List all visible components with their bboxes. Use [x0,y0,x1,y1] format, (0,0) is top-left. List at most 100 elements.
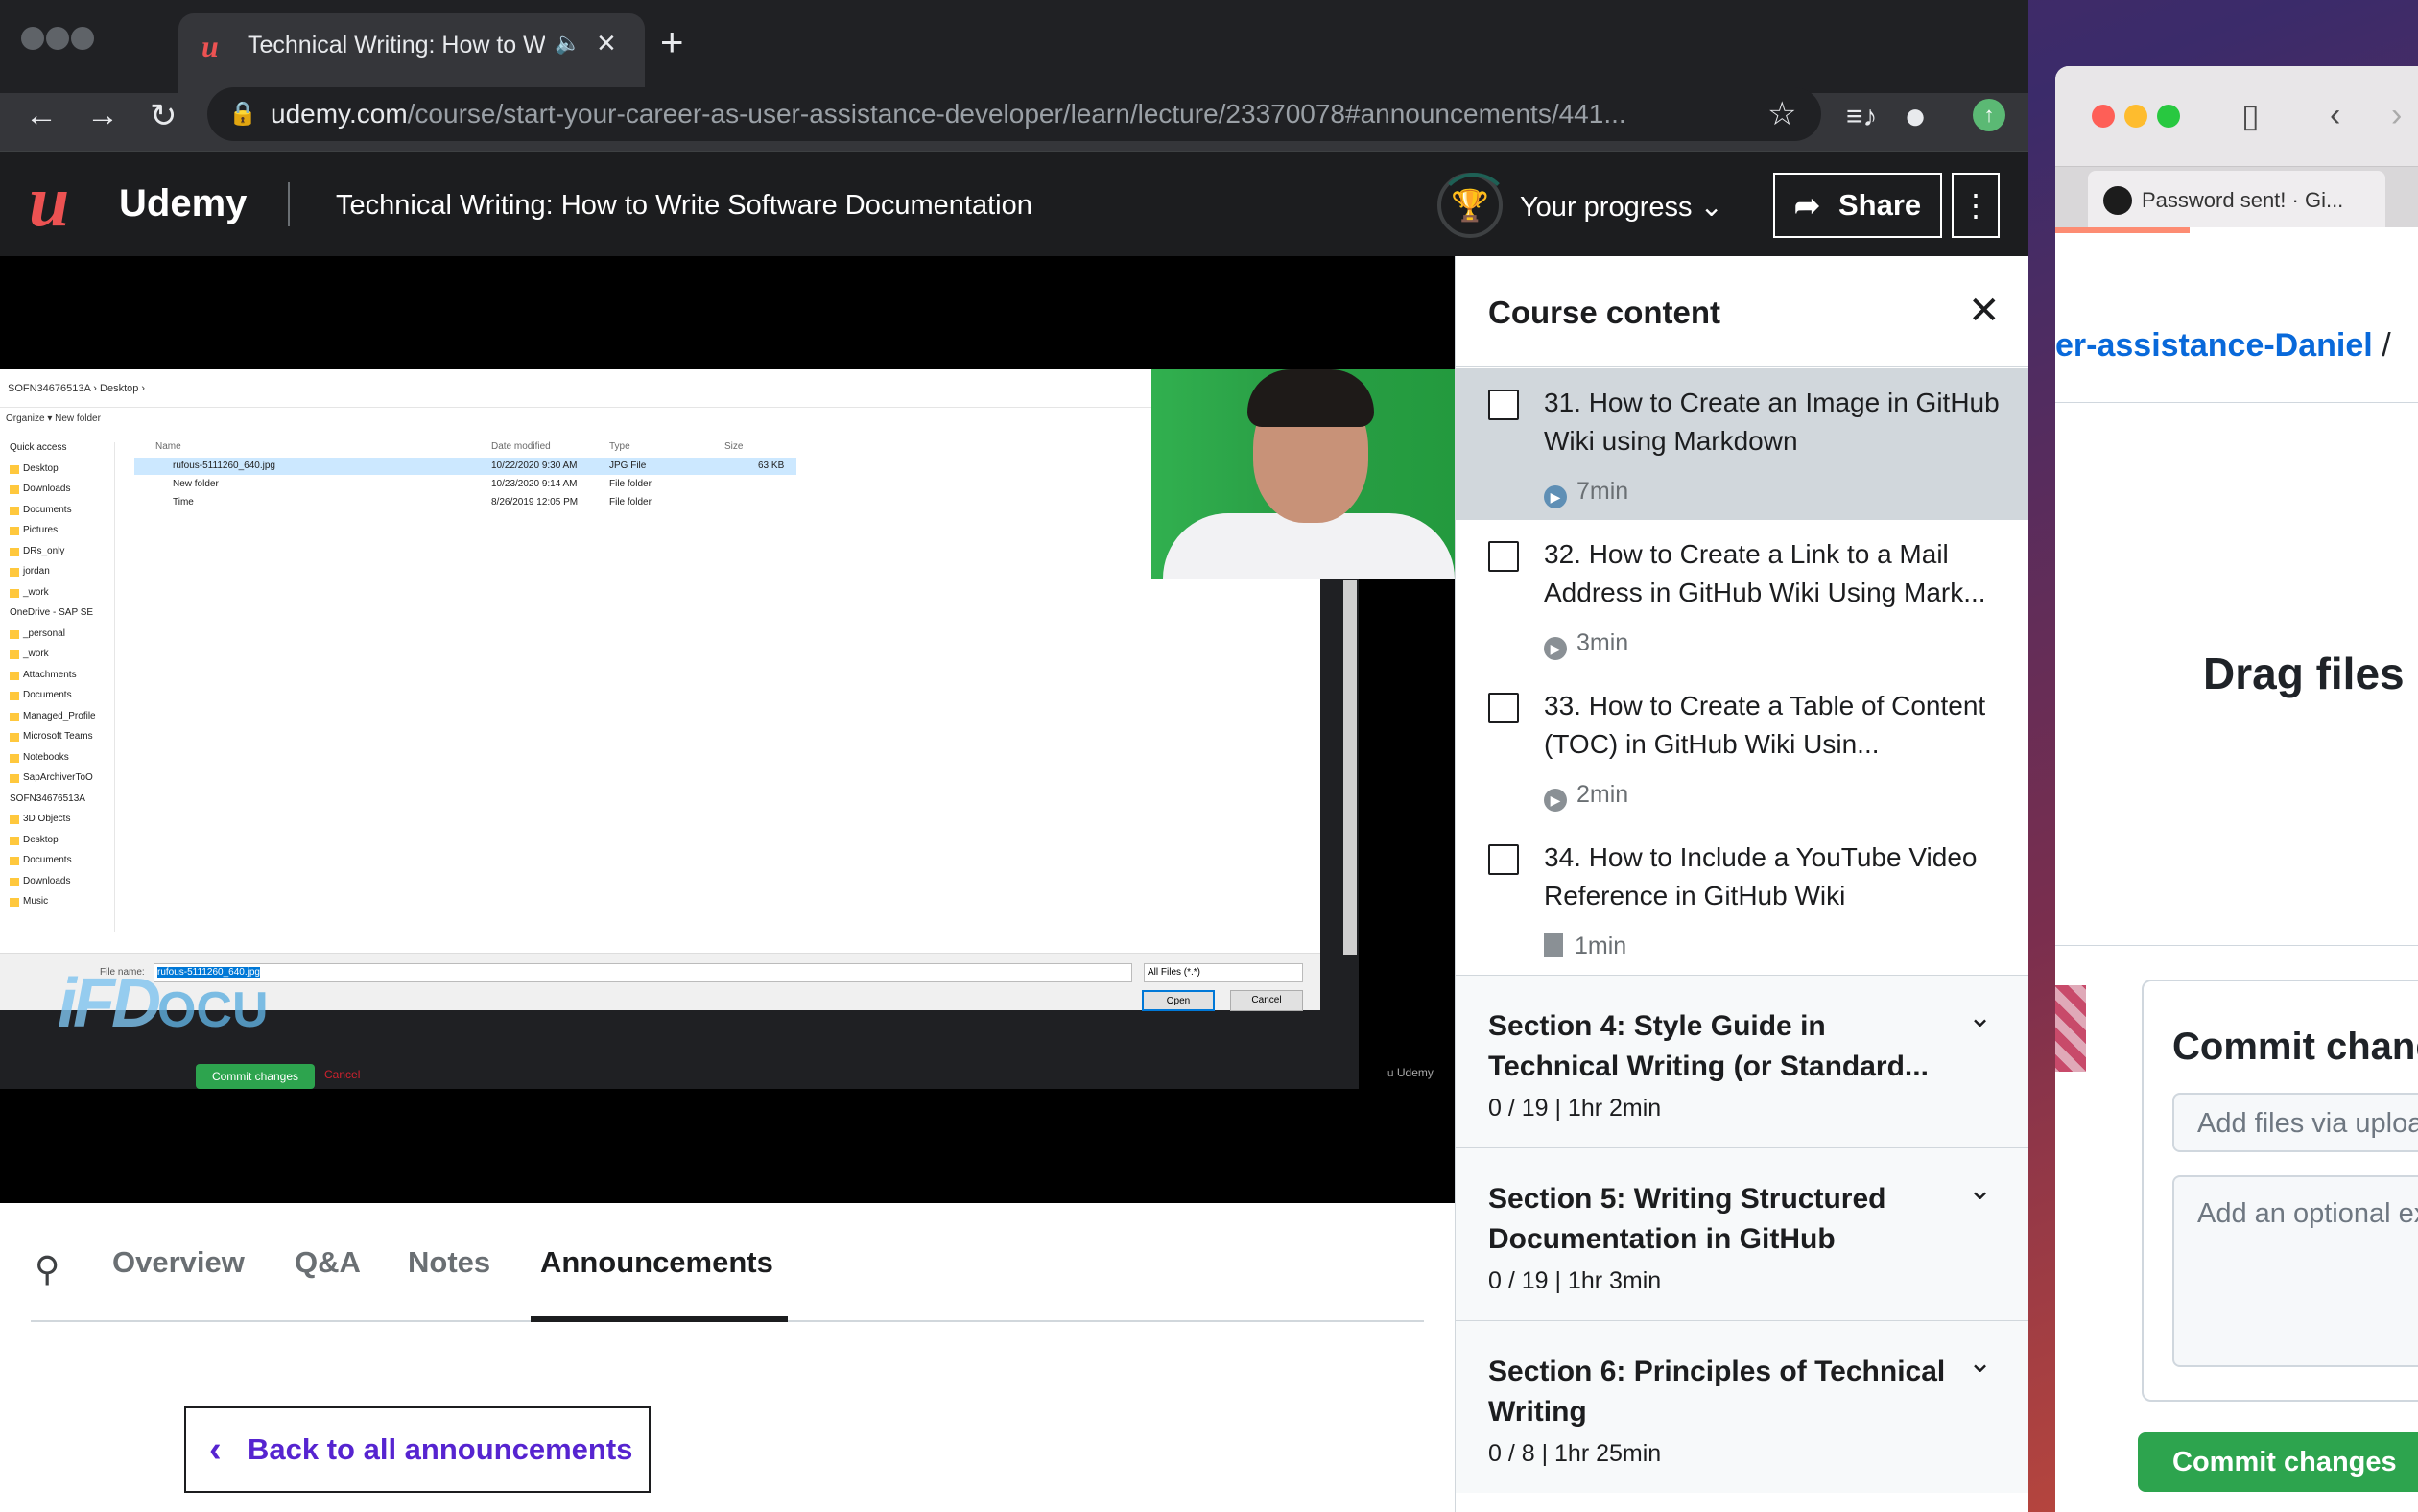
media-icon[interactable]: ≡♪ [1846,101,1878,133]
search-icon[interactable]: ⚲ [35,1249,59,1289]
new-tab-icon[interactable]: + [660,19,684,65]
file-type-select: All Files (*.*) [1144,963,1303,982]
chevron-down-icon[interactable]: ⌄ [1968,1173,1992,1207]
forward-icon[interactable]: › [2391,97,2402,134]
lecture-checkbox[interactable] [1488,693,1519,723]
back-icon[interactable]: ← [25,97,58,134]
browser-toolbar: ← → ↻ 🔒 udemy.com/course/start-your-care… [0,87,2028,151]
github-icon [2103,186,2132,215]
udemy-logo-icon[interactable]: u [29,165,69,238]
commit-summary-input[interactable]: Add files via uploa [2172,1093,2418,1152]
section-meta: 0 / 19 | 1hr 2min [1488,1095,1662,1122]
commit-description-input[interactable]: Add an optional ex [2172,1175,2418,1367]
file-explorer-dialog: SOFN34676513A › Desktop › Organize ▾ New… [0,369,1320,1011]
tab-overview[interactable]: Overview [112,1245,245,1280]
lecture-checkbox[interactable] [1488,390,1519,420]
section-header[interactable]: Section 4: Style Guide in Technical Writ… [1456,975,2028,1147]
chrome-window: u Technical Writing: How to Write Softwa… [0,0,2028,1512]
bookmark-star-icon[interactable]: ☆ [1767,95,1796,133]
file-name-field: rufous-5111260_640.jpg [154,963,1132,982]
sidebar-header: Course content ✕ [1456,256,2028,367]
explorer-nav-item: SapArchiverToO [0,772,114,793]
explorer-nav-item: Downloads [0,484,114,505]
commit-title: Commit chang [2172,1026,2418,1068]
course-title[interactable]: Technical Writing: How to Write Software… [336,190,1032,222]
course-content-sidebar: Course content ✕ 31. How to Create an Im… [1455,256,2028,1512]
close-icon[interactable]: ✕ [1968,289,2001,333]
lecture-tabs: ⚲ Overview Q&A Notes Announcements [0,1203,1455,1322]
trophy-icon[interactable]: 🏆 [1437,173,1510,238]
zoom-window-dot[interactable] [71,27,94,50]
address-bar[interactable]: 🔒 udemy.com/course/start-your-career-as-… [207,87,1821,141]
lecture-title: 33. How to Create a Table of Content (TO… [1544,691,1986,759]
minimize-window-dot[interactable] [46,27,69,50]
explorer-path: SOFN34676513A › Desktop › [0,369,1151,408]
tab-notes[interactable]: Notes [408,1245,490,1280]
play-icon: ▶ [1544,789,1567,812]
lecture-title: 32. How to Create a Link to a Mail Addre… [1544,539,1986,607]
lecture-item[interactable]: 33. How to Create a Table of Content (TO… [1456,672,2028,823]
repo-breadcrumb[interactable]: er-assistance-Daniel / [2055,327,2391,365]
lecture-checkbox[interactable] [1488,844,1519,875]
explorer-nav-item: Attachments [0,670,114,691]
tab-announcements[interactable]: Announcements [540,1245,773,1280]
github-page: er-assistance-Daniel / Drag files Commit… [2055,227,2418,1512]
profile-icon[interactable]: ● [1904,95,1927,138]
video-player[interactable]: SOFN34676513A › Desktop › Organize ▾ New… [0,256,1455,1203]
reload-icon[interactable]: ↻ [150,97,178,135]
lecture-item[interactable]: 32. How to Create a Link to a Mail Addre… [1456,520,2028,672]
lecture-item[interactable]: 31. How to Create an Image in GitHub Wik… [1456,368,2028,520]
lecture-title: 31. How to Create an Image in GitHub Wik… [1544,388,2000,456]
back-icon[interactable]: ‹ [2330,97,2340,134]
share-icon: ➦ [1794,188,1820,223]
explorer-nav-item: Music [0,896,114,917]
explorer-nav-item: Desktop [0,463,114,484]
section-header[interactable]: Section 5: Writing Structured Documentat… [1456,1147,2028,1320]
lecture-duration: ▶ 7min [1544,478,1628,508]
cancel-button: Cancel [1230,990,1303,1011]
udemy-watermark: ᥙ Udemy [1387,1066,1434,1079]
lecture-item[interactable]: 34. How to Include a YouTube Video Refer… [1456,823,2028,975]
commit-changes-button[interactable]: Commit changes [2138,1432,2418,1492]
explorer-columns: Name Date modified Type Size [155,441,744,452]
update-icon[interactable]: ↑ [1973,99,2005,131]
progress-dropdown[interactable]: Your progress ⌄ [1520,190,1723,224]
sidebar-title: Course content [1488,295,1721,330]
video-cancel-link: Cancel [324,1068,361,1081]
lecture-duration: ▶ 2min [1544,781,1628,812]
play-icon: ▶ [1544,637,1567,660]
back-to-announcements-button[interactable]: ‹ Back to all announcements [184,1406,651,1493]
url-text[interactable]: udemy.com/course/start-your-career-as-us… [271,99,1787,130]
forward-icon[interactable]: → [86,97,119,134]
safari-tab[interactable]: Password sent! · Gi... [2088,171,2385,228]
close-tab-icon[interactable]: × [597,25,616,62]
explorer-nav-item: Documents [0,690,114,711]
more-options-icon[interactable]: ⋮ [1952,173,2000,238]
video-commit-button: Commit changes [196,1064,315,1089]
open-button: Open [1142,990,1215,1011]
section-header[interactable]: Section 6: Principles of Technical Writi… [1456,1320,2028,1493]
chevron-down-icon[interactable]: ⌄ [1968,1001,1992,1034]
tab-strip: u Technical Writing: How to Write Softwa… [0,0,2028,93]
zoom-window-dot[interactable] [2157,105,2180,128]
file-row: Time 8/26/2019 12:05 PM File folder [173,497,652,508]
explorer-nav-item: jordan [0,566,114,587]
udemy-brand[interactable]: Udemy [119,182,247,225]
explorer-nav-item: 3D Objects [0,814,114,835]
udemy-favicon-icon: u [202,29,219,63]
chevron-down-icon[interactable]: ⌄ [1968,1346,1992,1380]
share-button[interactable]: ➦ Share [1773,173,1942,238]
lecture-title: 34. How to Include a YouTube Video Refer… [1544,842,1978,910]
tab-qa[interactable]: Q&A [295,1245,361,1280]
close-window-dot[interactable] [21,27,44,50]
close-window-dot[interactable] [2092,105,2115,128]
lecture-checkbox[interactable] [1488,541,1519,572]
lecture-duration: ▶ 3min [1544,629,1628,660]
section-meta: 0 / 19 | 1hr 3min [1488,1267,1662,1294]
minimize-window-dot[interactable] [2124,105,2147,128]
browser-tab[interactable]: u Technical Writing: How to Write Softwa… [178,13,645,93]
speaker-icon[interactable]: 🔈 [555,31,581,56]
explorer-nav-item: OneDrive - SAP SE [10,607,94,618]
video-frame: SOFN34676513A › Desktop › Organize ▾ New… [0,369,1455,1089]
sidebar-toggle-icon[interactable]: ▯ [2241,97,2260,135]
